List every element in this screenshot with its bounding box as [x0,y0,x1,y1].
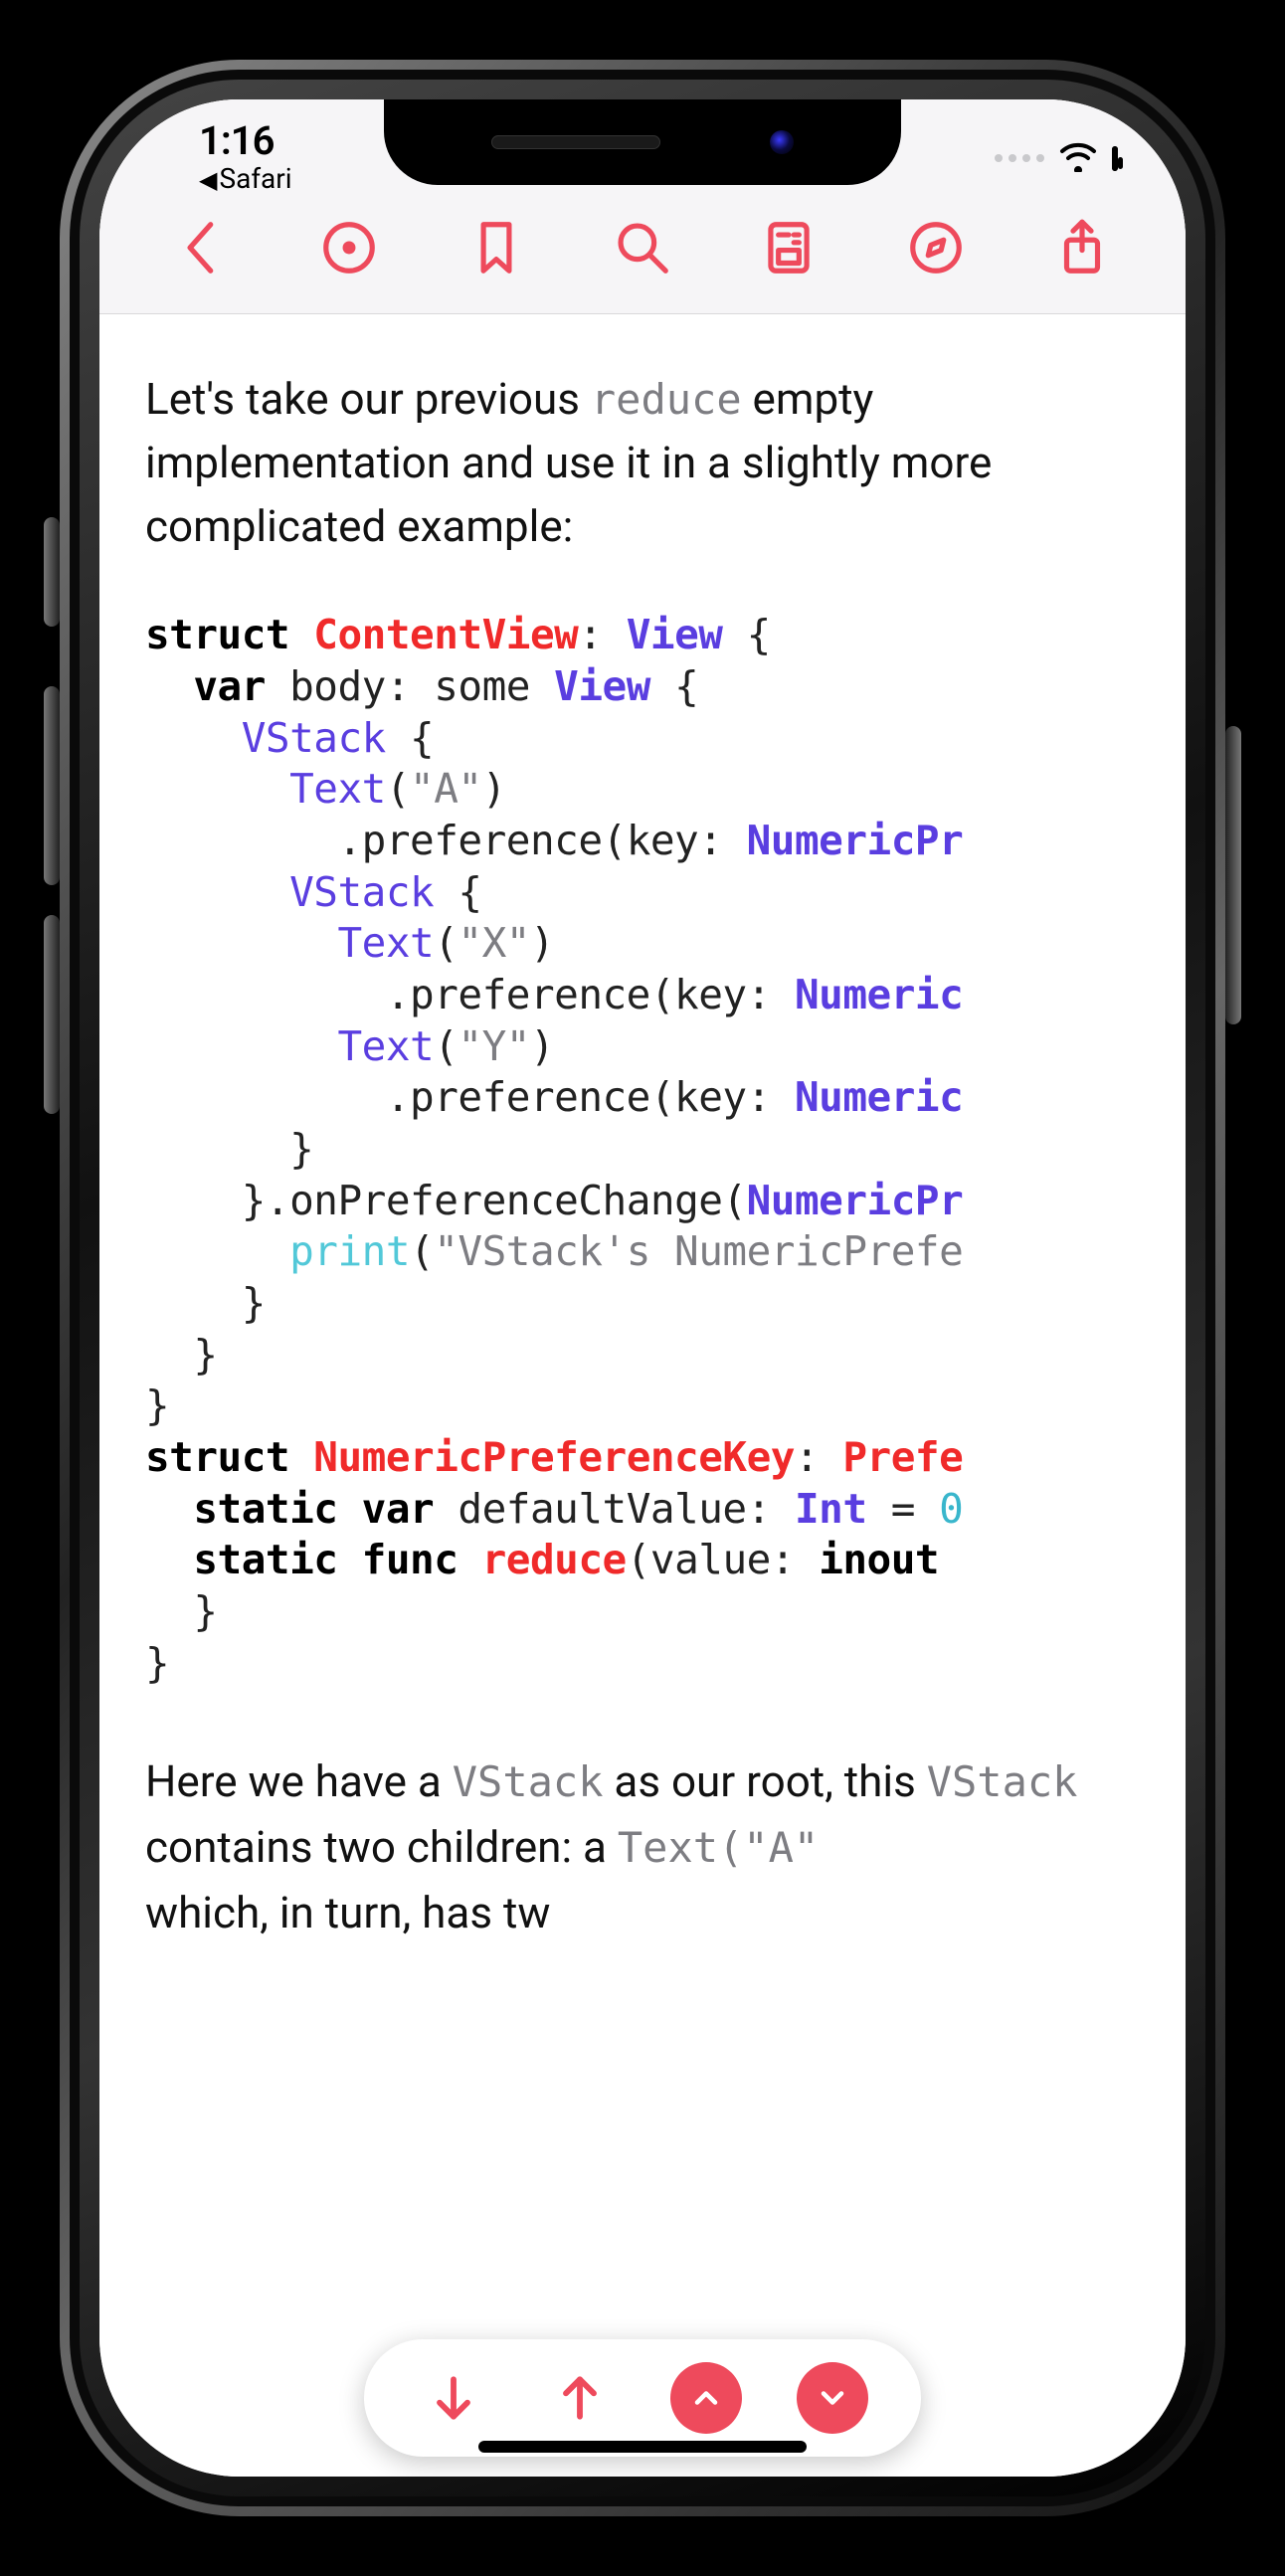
battery-icon [1112,149,1118,168]
bookmark-icon[interactable] [442,217,551,278]
after-paragraph: Here we have a VStack as our root, this … [145,1748,1140,1945]
code-block: struct ContentView: View { var body: som… [145,610,1140,1689]
nav-down-button[interactable] [418,2362,489,2434]
chevron-up-icon [688,2380,724,2416]
home-indicator[interactable] [478,2441,807,2453]
inline-code-vstack2: VStack [927,1757,1078,1806]
inline-code-reduce: reduce [591,375,742,424]
device-frame: 1:16 ◀Safari [60,60,1225,2516]
breadcrumb-app-label: Safari [219,162,291,195]
status-time: 1:16 [199,117,398,164]
nav-up-button[interactable] [544,2362,616,2434]
share-icon[interactable] [1027,217,1137,278]
toolbar [99,195,1186,314]
volume-switch [44,517,60,627]
cellular-dots-icon [995,154,1044,162]
arrow-down-icon [426,2370,481,2426]
inline-code-vstack1: VStack [453,1757,604,1806]
arrow-up-icon [552,2370,608,2426]
compass-icon[interactable] [881,217,991,278]
back-button[interactable] [148,217,258,278]
chevron-down-icon [815,2380,850,2416]
nav-collapse-up-button[interactable] [670,2362,742,2434]
record-icon[interactable] [294,217,404,278]
reader-card-icon[interactable] [734,217,843,278]
speaker-grill [491,135,660,149]
volume-down-button [44,915,60,1114]
volume-up-button [44,686,60,885]
back-to-app-breadcrumb[interactable]: ◀Safari [199,162,398,195]
power-button [1225,726,1241,1024]
article-content[interactable]: Let's take our previous reduce empty imp… [99,314,1186,2477]
device-notch [384,99,901,185]
screen: 1:16 ◀Safari [99,99,1186,2477]
front-camera [770,130,794,154]
search-icon[interactable] [588,217,697,278]
breadcrumb-back-icon: ◀ [199,166,217,194]
nav-collapse-down-button[interactable] [797,2362,868,2434]
floating-nav-pill [364,2339,921,2457]
intro-paragraph: Let's take our previous reduce empty imp… [145,368,1140,558]
inline-code-text-a: Text("A" [618,1823,819,1872]
wifi-icon [1058,140,1098,176]
